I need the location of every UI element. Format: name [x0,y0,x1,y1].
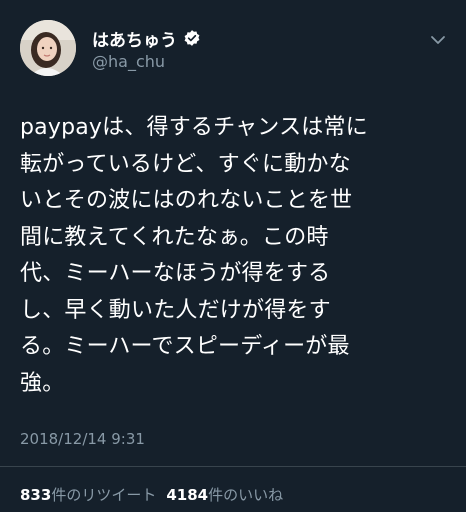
divider [0,466,466,467]
tweet-text-line: 代、ミーハーなほうが得をする [20,261,331,286]
retweets-stat[interactable]: 833件のリツイート [20,484,156,505]
tweet-timestamp[interactable]: 2018/12/14 9:31 [20,430,145,448]
chevron-down-icon[interactable] [428,30,448,50]
tweet-text-line: 間に教えてくれたなぁ。この時 [20,224,329,250]
tweet-text-line: いとその波にはのれないことを世 [20,188,353,213]
display-name[interactable]: はあちゅう [92,26,177,51]
tweet-stats: 833件のリツイート 4184件のいいね [20,484,283,505]
likes-count: 4184 [166,486,209,504]
name-row[interactable]: はあちゅう [92,26,201,51]
user-handle[interactable]: @ha_chu [92,52,165,71]
tweet-text-line: paypayは、得するチャンスは常に [20,115,368,140]
tweet-text-line: る。ミーハーでスピーディーが最 [20,334,350,359]
tweet-text-line: 転がっているけど、すぐに動かな [20,151,351,177]
likes-stat[interactable]: 4184件のいいね [166,484,283,505]
tweet-card: はあちゅう @ha_chu paypayは、得するチャンスは常に 転がっているけ… [0,0,466,512]
avatar[interactable] [20,20,76,76]
retweets-count: 833 [20,486,52,504]
verified-badge-icon [183,29,201,47]
tweet-text: paypayは、得するチャンスは常に 転がっているけど、すぐに動かな いとその波… [20,110,450,402]
tweet-text-line: 強。 [20,370,65,396]
likes-label: 件のいいね [208,486,284,504]
tweet-text-line: し、早く動いた人だけが得をす [20,297,331,323]
retweets-label: 件のリツイート [51,486,157,504]
